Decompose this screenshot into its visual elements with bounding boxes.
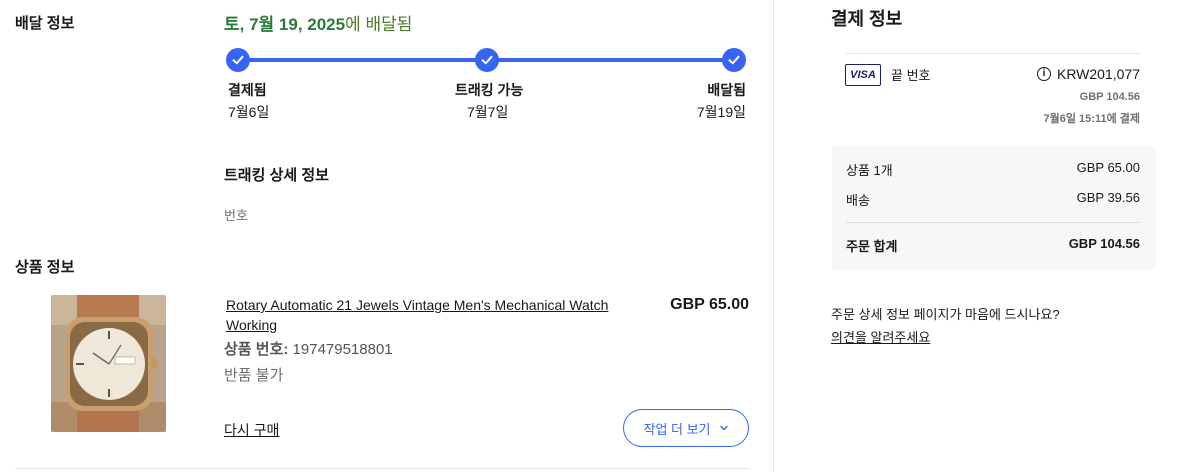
check-icon (475, 48, 499, 72)
delivery-section-label: 배달 정보 (15, 15, 75, 32)
feedback-link[interactable]: 의견을 알려주세요 (831, 327, 930, 346)
delivery-date-suffix: 에 배달됨 (345, 15, 413, 34)
summary-total-row: 주문 합계 GBP 104.56 (846, 236, 1140, 255)
amount-gbp: GBP 104.56 (1079, 91, 1140, 103)
product-section-label: 상품 정보 (15, 259, 75, 276)
buy-again-link[interactable]: 다시 구매 (224, 420, 279, 440)
delivery-date: 토, 7월 19, 2025에 배달됨 (224, 10, 412, 35)
step-date-tracking: 7월7일 (467, 104, 509, 120)
step-date-paid: 7월6일 (228, 104, 270, 120)
paid-timestamp: 7월6일 15:11에 결제 (1043, 113, 1140, 125)
step-title-tracking: 트래킹 가능 (455, 82, 524, 98)
check-icon (226, 48, 250, 72)
item-number: 상품 번호: 197479518801 (224, 338, 393, 359)
summary-items-label: 상품 1개 (846, 163, 893, 178)
visa-card-icon: VISA (845, 64, 881, 86)
tracking-number-label: 번호 (224, 208, 248, 223)
summary-shipping-row: 배송 GBP 39.56 (846, 190, 1140, 209)
chevron-down-icon (719, 421, 729, 436)
step-date-delivered: 7월19일 (696, 104, 746, 120)
summary-shipping-value: GBP 39.56 (1076, 190, 1140, 205)
summary-items-row: 상품 1개 GBP 65.00 (846, 160, 1140, 179)
delivery-date-value: 토, 7월 19, 2025 (224, 15, 346, 34)
summary-divider (846, 222, 1140, 223)
section-divider (15, 468, 750, 469)
summary-shipping-label: 배송 (846, 193, 870, 208)
product-price: GBP 65.00 (670, 296, 749, 313)
order-summary: 상품 1개 GBP 65.00 배송 GBP 39.56 주문 합계 GBP 1… (832, 146, 1156, 270)
product-image[interactable] (51, 295, 166, 432)
feedback-question: 주문 상세 정보 페이지가 마음에 드시나요? (831, 307, 1060, 322)
amount-krw: i KRW201,077 (1020, 66, 1140, 82)
more-actions-button[interactable]: 작업 더 보기 (623, 409, 749, 447)
check-icon (722, 48, 746, 72)
column-divider (773, 0, 774, 472)
product-title-link[interactable]: Rotary Automatic 21 Jewels Vintage Men's… (226, 295, 646, 335)
summary-total-value: GBP 104.56 (1068, 236, 1140, 251)
more-actions-label: 작업 더 보기 (643, 421, 711, 437)
summary-total-label: 주문 합계 (846, 239, 898, 254)
card-ending-label: 끝 번호 (891, 68, 931, 83)
payment-divider (845, 53, 1140, 54)
return-policy: 반품 불가 (224, 367, 284, 384)
summary-items-value: GBP 65.00 (1076, 160, 1140, 175)
payment-info-title: 결제 정보 (831, 9, 903, 29)
step-title-paid: 결제됨 (228, 82, 267, 98)
step-title-delivered: 배달됨 (707, 82, 746, 98)
item-number-value: 197479518801 (292, 341, 393, 358)
tracking-details-title: 트래킹 상세 정보 (224, 167, 329, 184)
delivery-progress (224, 46, 750, 76)
info-icon[interactable]: i (1036, 67, 1051, 81)
amount-krw-value: KRW201,077 (1056, 66, 1140, 82)
item-number-label: 상품 번호: (224, 341, 289, 358)
